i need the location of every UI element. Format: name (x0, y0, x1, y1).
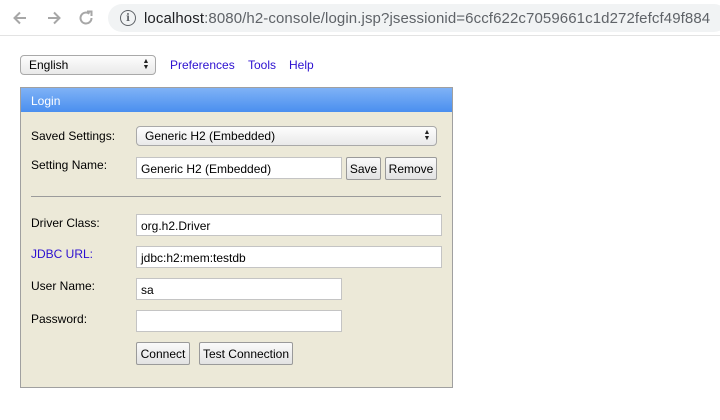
info-icon[interactable]: i (120, 10, 136, 26)
saved-settings-select[interactable]: Generic H2 (Embedded) ▲ ▼ (136, 126, 437, 146)
url-host: localhost (144, 9, 205, 27)
test-connection-button[interactable]: Test Connection (199, 342, 293, 365)
password-input[interactable] (136, 310, 342, 332)
jdbc-url-label[interactable]: JDBC URL: (31, 247, 93, 261)
jdbc-url-input[interactable]: jdbc:h2:mem:testdb (136, 246, 442, 268)
saved-settings-value: Generic H2 (Embedded) (145, 129, 276, 143)
url-path: :8080/h2-console/login.jsp?jsessionid=6c… (204, 9, 711, 27)
tools-link[interactable]: Tools (248, 58, 276, 72)
save-button[interactable]: Save (346, 157, 381, 180)
password-label: Password: (31, 312, 88, 326)
forward-arrow-icon[interactable] (42, 6, 66, 30)
login-panel: Login Saved Settings: Generic H2 (Embedd… (20, 87, 453, 388)
setting-name-label: Setting Name: (31, 158, 108, 172)
setting-name-input[interactable]: Generic H2 (Embedded) (136, 157, 342, 179)
user-name-label: User Name: (31, 279, 96, 293)
user-name-input[interactable]: sa (136, 278, 342, 300)
reload-icon[interactable] (74, 6, 98, 30)
login-panel-title: Login (21, 88, 452, 112)
driver-class-label: Driver Class: (31, 216, 100, 230)
driver-class-input[interactable]: org.h2.Driver (136, 214, 442, 236)
divider (31, 196, 441, 197)
language-select-value: English (29, 58, 69, 72)
help-link[interactable]: Help (289, 58, 314, 72)
select-arrows-icon: ▲ ▼ (142, 58, 150, 71)
browser-toolbar: i localhost:8080/h2-console/login.jsp?js… (0, 0, 720, 36)
address-bar[interactable]: i localhost:8080/h2-console/login.jsp?js… (108, 4, 720, 32)
back-arrow-icon[interactable] (8, 6, 32, 30)
url-text: localhost:8080/h2-console/login.jsp?jses… (144, 10, 710, 27)
select-arrows-icon: ▲ ▼ (423, 129, 431, 142)
remove-button[interactable]: Remove (385, 157, 437, 180)
language-select[interactable]: English ▲ ▼ (20, 55, 156, 75)
connect-button[interactable]: Connect (136, 342, 190, 365)
preferences-link[interactable]: Preferences (170, 58, 235, 72)
saved-settings-label: Saved Settings: (31, 129, 116, 143)
